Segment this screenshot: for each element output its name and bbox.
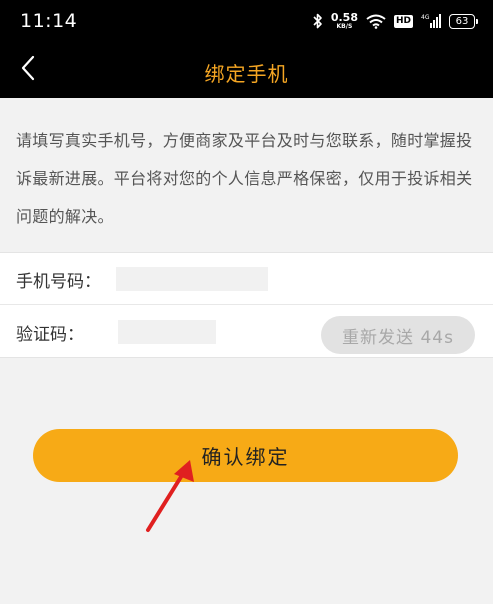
bind-phone-form: 手机号码： 验证码： 重新发送 44s	[0, 252, 493, 358]
phone-label: 手机号码：	[16, 272, 101, 292]
phone-row: 手机号码：	[0, 253, 493, 305]
status-icons: 0.58 KB/S HD 4G 63	[313, 8, 478, 34]
bluetooth-icon	[313, 13, 323, 29]
notice-text: 请填写真实手机号，方便商家及平台及时与您联系，随时掌握投诉最新进展。平台将对您的…	[0, 98, 493, 236]
status-time: 11:14	[20, 10, 78, 32]
code-row: 验证码： 重新发送 44s	[0, 306, 493, 358]
status-bar: 11:14 0.58 KB/S HD 4G 63	[0, 0, 493, 42]
confirm-bind-button[interactable]: 确认绑定	[33, 429, 458, 482]
network-type-label: 4G	[421, 14, 430, 21]
battery-level: 63	[455, 15, 469, 27]
network-speed-unit: KB/S	[336, 23, 353, 30]
wifi-icon	[366, 14, 386, 29]
resend-code-button[interactable]: 重新发送 44s	[321, 316, 475, 354]
network-speed-value: 0.58	[330, 11, 358, 24]
phone-input[interactable]	[116, 267, 268, 291]
hd-badge: HD	[393, 14, 413, 28]
network-speed: 0.58 KB/S	[331, 12, 358, 30]
nav-bar: 绑定手机	[0, 42, 493, 98]
battery-icon: 63	[449, 13, 478, 29]
page-title: 绑定手机	[204, 62, 289, 86]
code-label: 验证码：	[16, 325, 84, 345]
signal-icon: 4G	[421, 13, 441, 29]
code-input[interactable]	[118, 320, 216, 344]
